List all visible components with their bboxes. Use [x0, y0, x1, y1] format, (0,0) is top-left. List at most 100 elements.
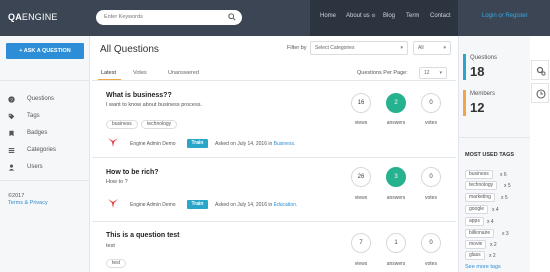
nav-blog[interactable]: Blog [383, 13, 395, 19]
users-icon [8, 164, 15, 171]
question-divider [92, 221, 456, 222]
nav-contact[interactable]: Contact [430, 13, 451, 19]
questions-stat-count: 18 [470, 64, 485, 79]
per-page-value: 12 [424, 70, 430, 76]
votes-count: 0 [421, 233, 441, 253]
tag-count: x 4 [487, 219, 494, 225]
settings-tool[interactable] [531, 60, 549, 80]
tab-votes[interactable]: Votes [133, 70, 147, 76]
category-select[interactable]: Select Categories ▾ [310, 41, 408, 55]
question-tag[interactable]: technology [141, 120, 178, 129]
badge-icon [9, 130, 14, 137]
category-link[interactable]: Education. [274, 202, 298, 208]
search-box[interactable] [96, 10, 242, 25]
chevron-down-icon: ⊙ [371, 13, 376, 19]
sidebar-item-label: Users [27, 164, 43, 170]
nav-about-us[interactable]: About us ⊙ [346, 13, 376, 19]
members-stat-bar [463, 90, 466, 116]
asked-info: Asked on July 14, 2016 in Business. [215, 141, 295, 147]
sidebar-tag[interactable]: marketing [465, 193, 495, 202]
tag-icon [8, 113, 15, 120]
tag-count: x 5 [504, 183, 511, 189]
filter-label: Filter by [287, 45, 307, 51]
page-title: All Questions [100, 44, 159, 55]
sidebar-tag[interactable]: movie [465, 240, 487, 249]
sidebar-tag[interactable]: business [465, 170, 493, 179]
answers-label: answers [386, 261, 406, 267]
sidebar-tag[interactable]: technology [465, 181, 498, 190]
category-link[interactable]: Business. [274, 141, 296, 147]
sidebar-item-tags[interactable]: Tags [8, 113, 40, 122]
history-tool[interactable] [531, 83, 549, 103]
tab-latest[interactable]: Latest [101, 70, 116, 76]
members-stat-count: 12 [470, 100, 485, 115]
logo[interactable]: QAENGINE [8, 12, 58, 22]
views-label: views [354, 261, 368, 267]
svg-text:?: ? [10, 97, 13, 103]
sidebar-item-label: Categories [27, 147, 57, 153]
nav-about-label: About us [346, 13, 370, 19]
sidebar-item-label: Questions [27, 96, 55, 102]
questions-icon: ? [8, 96, 15, 103]
copyright: ©2017 [8, 193, 25, 199]
question-title[interactable]: This is a question test [106, 232, 180, 239]
sidebar-tag[interactable]: glass [465, 251, 485, 260]
ask-question-button[interactable]: + ASK A QUESTION [6, 43, 84, 59]
answers-label: answers [386, 120, 406, 126]
sidebar-tag[interactable]: apps [465, 217, 484, 226]
search-input[interactable] [104, 14, 214, 20]
sidebar-item-users[interactable]: Users [8, 164, 43, 173]
question-excerpt: I want to know about business process. [106, 102, 202, 108]
sidebar-item-categories[interactable]: Categories [8, 147, 56, 156]
login-register-link[interactable]: Login or Register [482, 13, 528, 19]
author-badge: Train [187, 200, 208, 209]
terms-privacy-link[interactable]: Terms & Privacy [8, 200, 48, 206]
nav-home[interactable]: Home [320, 13, 336, 19]
author-name[interactable]: Engine Admin Demo [130, 202, 176, 208]
answers-label: answers [386, 195, 406, 201]
tag-count: x 2 [489, 253, 496, 259]
votes-label: votes [425, 195, 437, 201]
chevron-down-icon: ▾ [400, 45, 403, 51]
question-tag[interactable]: test [106, 259, 127, 268]
question-tag[interactable]: business [106, 120, 138, 129]
all-select[interactable]: All ▾ [413, 41, 451, 55]
question-divider [92, 157, 456, 158]
question-title[interactable]: How to be rich? [106, 169, 159, 176]
sidebar-tag[interactable]: google [465, 205, 489, 214]
per-page-select[interactable]: 12 ▾ [419, 67, 447, 79]
tab-unanswered[interactable]: Unanswered [168, 70, 199, 76]
views-count: 7 [351, 233, 371, 253]
category-select-value: Select Categories [315, 45, 355, 51]
per-page-label: Questions Per Page: [357, 70, 408, 76]
tag-count: x 3 [502, 231, 509, 237]
tag-count: x 5 [501, 195, 508, 201]
top-bar [0, 0, 550, 36]
sidebar-tag[interactable]: billionaire [465, 229, 495, 238]
all-select-value: All [418, 45, 424, 51]
question-excerpt: How to ? [106, 179, 128, 185]
question-excerpt: test [106, 243, 115, 249]
questions-stat-label: Questions [470, 55, 498, 61]
question-title[interactable]: What is business?? [106, 92, 172, 99]
members-stat-label: Members [470, 91, 496, 97]
sidebar-item-label: Tags [27, 113, 40, 119]
asked-date: Asked on July 14, 2016 in [215, 202, 273, 208]
tag-count: x 4 [492, 207, 499, 213]
views-label: views [354, 195, 368, 201]
sidebar-item-badges[interactable]: Badges [8, 130, 47, 139]
divider [0, 80, 90, 81]
votes-count: 0 [421, 167, 441, 187]
sidebar-item-label: Badges [27, 130, 48, 136]
see-more-tags-link[interactable]: See more tags [465, 264, 501, 270]
author-name[interactable]: Engine Admin Demo [130, 141, 176, 147]
gears-icon [536, 66, 546, 76]
views-count: 26 [351, 167, 371, 187]
answers-count: 3 [386, 167, 406, 187]
nav-term[interactable]: Term [406, 13, 419, 19]
sidebar-item-questions[interactable]: ? Questions [8, 96, 54, 105]
clock-icon [536, 89, 546, 99]
asked-info: Asked on July 14, 2016 in Education. [215, 202, 297, 208]
search-icon[interactable] [228, 13, 236, 28]
divider [458, 137, 530, 138]
